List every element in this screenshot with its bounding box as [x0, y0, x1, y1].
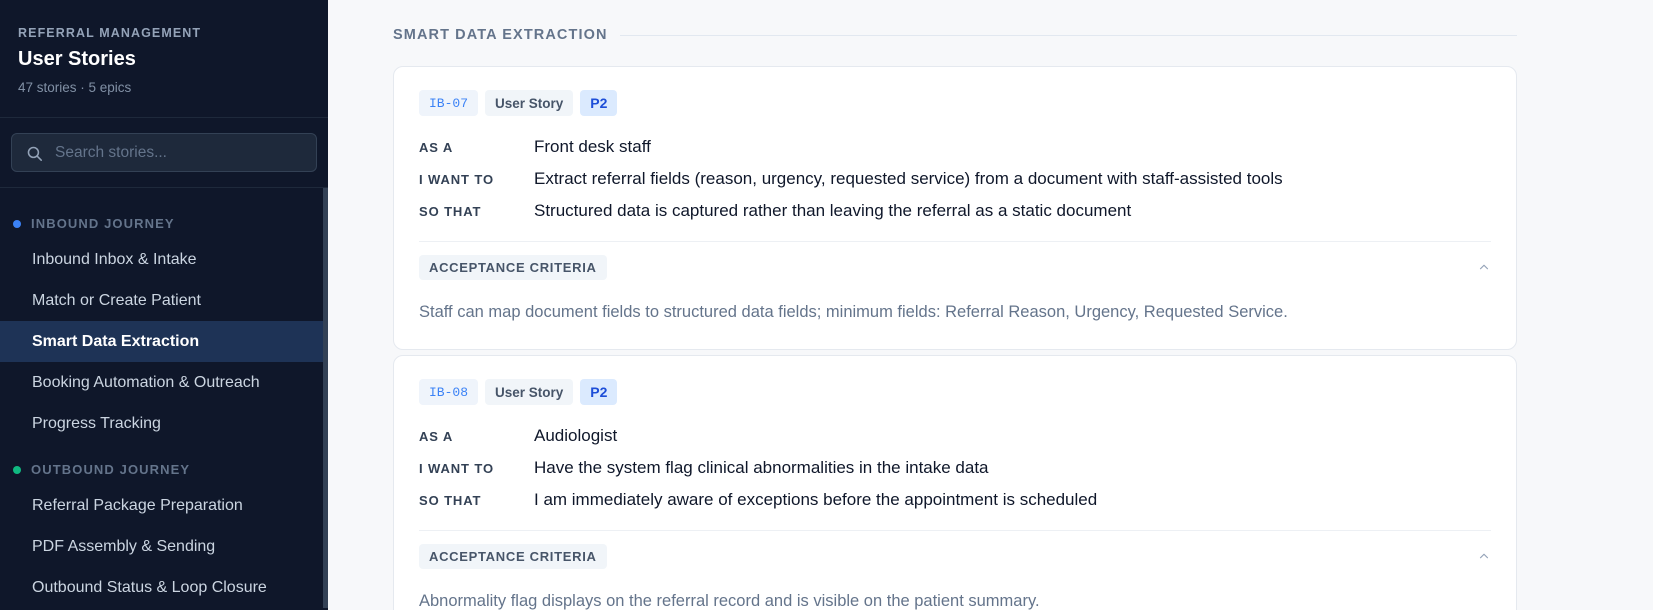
sidebar-item-match-or-create-patient[interactable]: Match or Create Patient	[0, 280, 323, 321]
so-that-value: I am immediately aware of exceptions bef…	[534, 490, 1098, 509]
section-header: SMART DATA EXTRACTION	[393, 27, 1517, 43]
sidebar-title: User Stories	[18, 48, 136, 70]
sidebar-item-smart-data-extraction[interactable]: Smart Data Extraction	[0, 321, 323, 362]
so-that-row: SO THAT Structured data is captured rath…	[419, 195, 1491, 227]
acceptance-criteria-toggle[interactable]: ACCEPTANCE CRITERIA	[419, 543, 1491, 569]
priority-badge: P2	[580, 90, 618, 116]
sidebar-item-booking-automation-outreach[interactable]: Booking Automation & Outreach	[0, 362, 323, 403]
sidebar-nav: INBOUND JOURNEY Inbound Inbox & Intake M…	[0, 188, 328, 608]
i-want-value: Have the system flag clinical abnormalit…	[534, 458, 989, 477]
so-that-label: SO THAT	[419, 203, 482, 219]
search-input[interactable]	[12, 134, 316, 171]
epic-header-inbound: INBOUND JOURNEY	[0, 208, 328, 239]
i-want-label: I WANT TO	[419, 460, 495, 476]
as-a-value: Audiologist	[534, 426, 618, 445]
search-icon	[27, 146, 43, 162]
so-that-label: SO THAT	[419, 492, 482, 508]
acceptance-criteria: ACCEPTANCE CRITERIA Staff can map docume…	[419, 241, 1491, 349]
acceptance-criteria-label: ACCEPTANCE CRITERIA	[419, 254, 607, 280]
chevron-up-icon[interactable]	[1477, 549, 1491, 563]
chevron-up-icon[interactable]	[1477, 260, 1491, 274]
sidebar-item-inbound-inbox-intake[interactable]: Inbound Inbox & Intake	[0, 239, 323, 280]
sidebar-item-progress-tracking[interactable]: Progress Tracking	[0, 403, 323, 444]
so-that-row: SO THAT I am immediately aware of except…	[419, 484, 1491, 516]
sidebar-item-outbound-status-loop-closure[interactable]: Outbound Status & Loop Closure	[0, 567, 323, 608]
as-a-row: AS A Audiologist	[419, 420, 1491, 452]
acceptance-criteria-label: ACCEPTANCE CRITERIA	[419, 543, 607, 569]
as-a-label: AS A	[419, 139, 454, 155]
sidebar-header: REFERRAL MANAGEMENT User Stories 47 stor…	[0, 0, 328, 118]
acceptance-criteria-toggle[interactable]: ACCEPTANCE CRITERIA	[419, 254, 1491, 280]
as-a-label: AS A	[419, 428, 454, 444]
story-card: IB-07 User Story P2 AS A Front desk staf…	[393, 66, 1517, 350]
main-content: SMART DATA EXTRACTION IB-07 User Story P…	[328, 0, 1653, 610]
i-want-label: I WANT TO	[419, 171, 495, 187]
story-id-badge: IB-08	[419, 379, 479, 405]
i-want-value: Extract referral fields (reason, urgency…	[534, 169, 1283, 188]
epic-dot-inbound	[13, 219, 21, 228]
priority-badge: P2	[580, 379, 618, 405]
i-want-row: I WANT TO Extract referral fields (reaso…	[419, 163, 1491, 195]
acceptance-criteria-text: Abnormality flag displays on the referra…	[419, 592, 1040, 610]
story-card: IB-08 User Story P2 AS A Audiologist I W…	[393, 355, 1517, 610]
sidebar-subtitle: 47 stories · 5 epics	[18, 80, 132, 95]
sidebar-eyebrow: REFERRAL MANAGEMENT	[18, 26, 202, 40]
epic-header-outbound: OUTBOUND JOURNEY	[0, 454, 328, 485]
as-a-row: AS A Front desk staff	[419, 131, 1491, 163]
i-want-row: I WANT TO Have the system flag clinical …	[419, 452, 1491, 484]
section-title: SMART DATA EXTRACTION	[393, 27, 608, 43]
story-body: AS A Front desk staff I WANT TO Extract …	[419, 131, 1491, 227]
story-type-badge: User Story	[485, 90, 574, 116]
story-id-badge: IB-07	[419, 90, 479, 116]
story-tags: IB-07 User Story P2	[419, 90, 1491, 116]
sidebar-item-referral-package-preparation[interactable]: Referral Package Preparation	[0, 485, 323, 526]
search-area	[0, 118, 328, 188]
epic-name: OUTBOUND JOURNEY	[31, 462, 191, 477]
sidebar: REFERRAL MANAGEMENT User Stories 47 stor…	[0, 0, 328, 610]
story-tags: IB-08 User Story P2	[419, 379, 1491, 405]
as-a-value: Front desk staff	[534, 137, 651, 156]
epic-name: INBOUND JOURNEY	[31, 216, 175, 231]
acceptance-criteria-text: Staff can map document fields to structu…	[419, 303, 1288, 321]
story-type-badge: User Story	[485, 379, 574, 405]
story-body: AS A Audiologist I WANT TO Have the syst…	[419, 420, 1491, 516]
epic-dot-outbound	[13, 465, 21, 474]
search-box[interactable]	[11, 133, 317, 172]
acceptance-criteria: ACCEPTANCE CRITERIA Abnormality flag dis…	[419, 530, 1491, 610]
sidebar-item-pdf-assembly-sending[interactable]: PDF Assembly & Sending	[0, 526, 323, 567]
section-divider	[619, 34, 1517, 36]
so-that-value: Structured data is captured rather than …	[534, 201, 1132, 220]
